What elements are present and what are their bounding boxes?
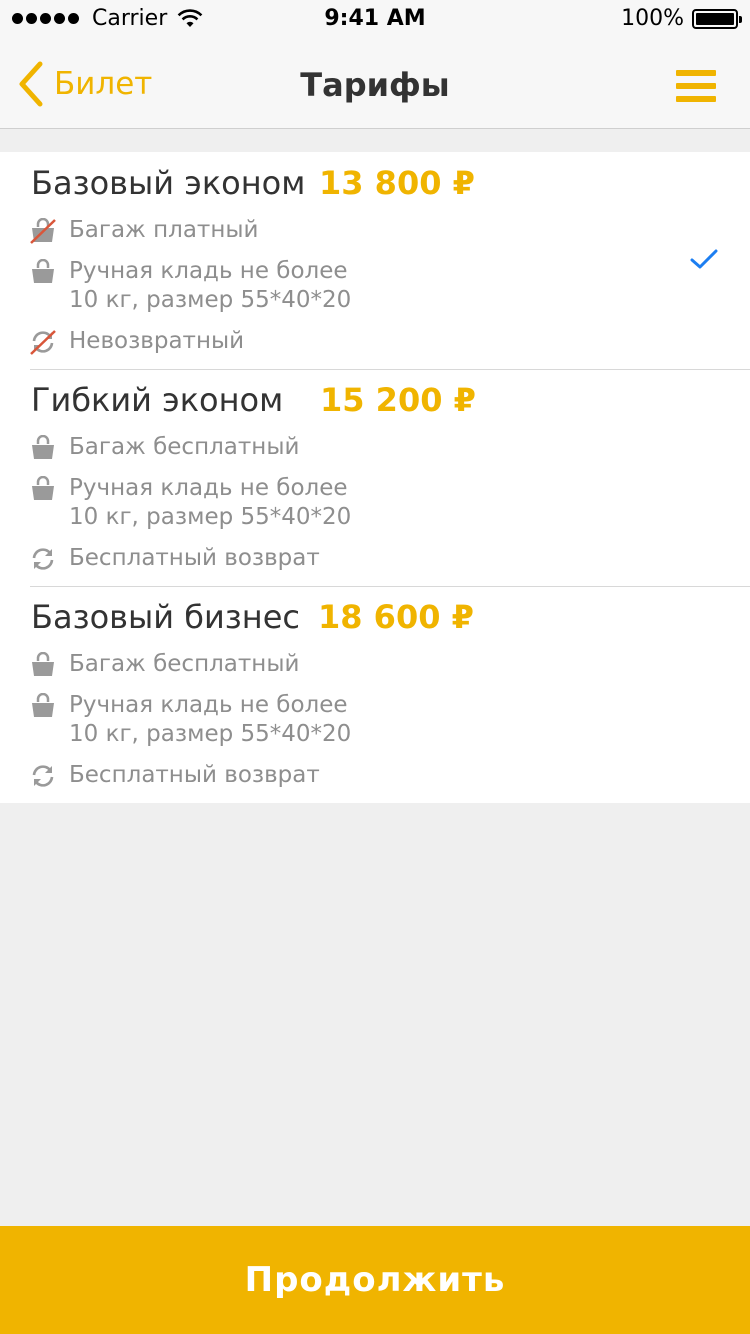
continue-button[interactable]: Продолжить (0, 1226, 750, 1334)
bag-crossed-icon (30, 216, 56, 245)
tariff-price: 13 800 ₽ (319, 164, 475, 202)
feature-text: Ручная кладь не более 10 кг, размер 55*4… (69, 474, 351, 532)
feature-carry-on: Ручная кладь не более 10 кг, размер 55*4… (30, 257, 351, 315)
tariff-row-basic-economy[interactable]: Базовый эконом 13 800 ₽ Багаж платный Ру… (0, 152, 750, 369)
tariff-list: Базовый эконом 13 800 ₽ Багаж платный Ру… (0, 152, 750, 803)
bag-icon (30, 433, 56, 462)
tariff-name: Гибкий эконом (31, 381, 284, 419)
feature-text: Багаж бесплатный (69, 434, 300, 460)
feature-text-line-1: Ручная кладь не более (69, 692, 348, 718)
tariff-price: 15 200 ₽ (320, 381, 476, 419)
navigation-bar: Билет Тарифы (0, 40, 750, 129)
feature-text: Ручная кладь не более 10 кг, размер 55*4… (69, 691, 351, 749)
feature-text: Багаж платный (69, 217, 259, 243)
refresh-icon (30, 761, 56, 790)
feature-text: Бесплатный возврат (69, 545, 320, 571)
feature-refund: Бесплатный возврат (30, 761, 320, 790)
tariff-name: Базовый бизнес (31, 598, 300, 636)
checkmark-icon (690, 249, 718, 269)
feature-text-line-2: 10 кг, размер 55*40*20 (69, 721, 352, 747)
feature-carry-on: Ручная кладь не более 10 кг, размер 55*4… (30, 474, 351, 532)
screen: Carrier 9:41 AM 100% Билет Тарифы Базовы… (0, 0, 750, 1334)
feature-text-line-1: Ручная кладь не более (69, 475, 348, 501)
feature-text: Невозвратный (69, 328, 245, 354)
tariff-row-flexible-economy[interactable]: Гибкий эконом 15 200 ₽ Багаж бесплатный (0, 369, 750, 586)
tariff-name: Базовый эконом (31, 164, 306, 202)
bag-icon (30, 650, 56, 679)
feature-text: Ручная кладь не более 10 кг, размер 55*4… (69, 257, 351, 315)
refresh-icon (30, 544, 56, 573)
feature-text-line-2: 10 кг, размер 55*40*20 (69, 504, 352, 530)
bag-icon (30, 474, 56, 503)
bag-icon (30, 257, 56, 286)
status-right: 100% (621, 6, 742, 31)
tariff-row-basic-business[interactable]: Базовый бизнес 18 600 ₽ Багаж бесплатный (0, 586, 750, 803)
tariff-price: 18 600 ₽ (318, 598, 474, 636)
menu-button[interactable] (676, 70, 716, 104)
feature-text: Багаж бесплатный (69, 651, 300, 677)
bag-icon (30, 691, 56, 720)
feature-refund: Невозвратный (30, 327, 244, 356)
feature-refund: Бесплатный возврат (30, 544, 320, 573)
menu-icon (676, 70, 716, 76)
battery-percent: 100% (621, 6, 684, 31)
feature-text: Бесплатный возврат (69, 762, 320, 788)
refresh-crossed-icon (30, 327, 56, 356)
status-bar: Carrier 9:41 AM 100% (0, 0, 750, 40)
feature-baggage: Багаж бесплатный (30, 433, 299, 462)
feature-text-line-2: 10 кг, размер 55*40*20 (69, 287, 352, 313)
feature-text-line-1: Ручная кладь не более (69, 258, 348, 284)
page-title: Тарифы (300, 66, 450, 104)
feature-carry-on: Ручная кладь не более 10 кг, размер 55*4… (30, 691, 351, 749)
feature-baggage: Багаж бесплатный (30, 650, 299, 679)
battery-icon (692, 8, 742, 29)
feature-baggage: Багаж платный (30, 216, 258, 245)
